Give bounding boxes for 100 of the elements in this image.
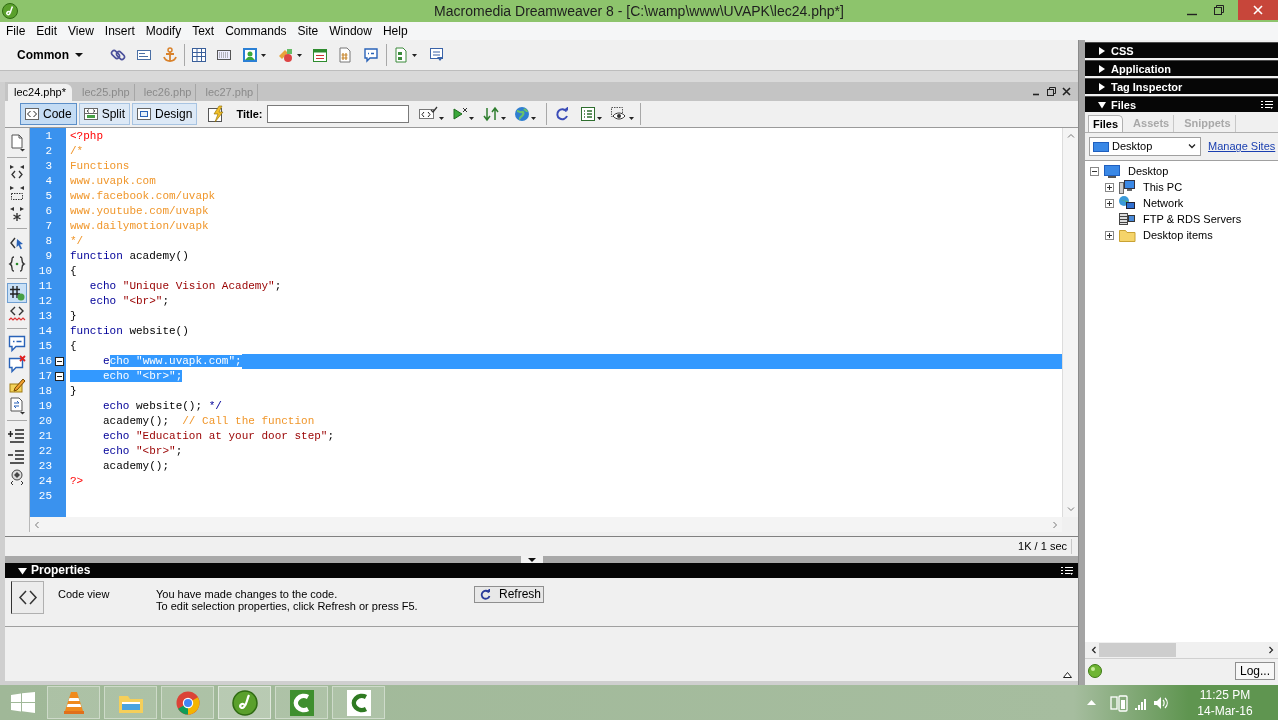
menu-item[interactable]: Help [382,23,408,39]
refresh-button[interactable]: Refresh [474,586,544,603]
taskbar-button[interactable] [47,686,100,719]
menu-item[interactable]: Window [329,23,372,39]
options-menu-icon[interactable] [1261,99,1273,110]
tree-item[interactable]: Desktop items [1143,228,1213,242]
hash-page-icon[interactable] [337,47,353,63]
view-button[interactable]: Code [20,103,77,125]
lightning-page-icon[interactable] [207,105,226,123]
close-button[interactable] [1238,0,1278,20]
tag-list-icon[interactable] [429,47,445,63]
collapse-handle-icon[interactable] [520,556,543,563]
restore-icon[interactable] [1214,5,1224,15]
collapse-icon[interactable] [54,357,64,366]
menu-item[interactable]: Text [192,23,215,39]
tree-item[interactable]: This PC [1143,180,1183,194]
menu-item[interactable]: Site [297,23,319,39]
globe-icon[interactable] [514,106,531,122]
collapse-box-icon[interactable] [7,183,27,203]
panel-header[interactable]: Properties [5,563,1078,578]
hash-icon[interactable] [7,283,27,303]
list-page-icon[interactable] [580,106,597,122]
category-dropdown[interactable]: Common [15,47,81,63]
speech-bubble-icon[interactable] [7,333,27,353]
caret-icon[interactable] [297,53,302,57]
panel-tab[interactable]: Files [1088,115,1124,132]
table-icon[interactable] [191,47,207,63]
taskbar-button[interactable] [332,686,385,719]
page-arrow-icon[interactable] [7,396,27,416]
circle-logo-icon [175,690,200,715]
view-button[interactable]: Split [78,103,131,125]
caret-icon[interactable] [531,116,537,120]
menu-item[interactable]: View [68,23,94,39]
envelope-icon[interactable] [136,47,152,63]
menu-item[interactable]: Edit [36,23,58,39]
restore-icon[interactable] [1047,87,1056,96]
panel-header[interactable]: CSS [1085,42,1278,58]
triangle-up-icon[interactable] [1063,672,1072,678]
taskbar-button[interactable] [275,686,328,719]
code-line: /* [70,144,84,159]
options-menu-icon[interactable] [1061,565,1073,576]
scroll-left-icon[interactable] [1091,646,1096,654]
up-down-arrows-icon[interactable] [482,106,501,122]
check-tag-icon[interactable] [418,106,439,122]
disc-logo-icon [2,3,18,19]
scroll-right-icon[interactable] [1269,646,1274,654]
braces-icon[interactable] [7,254,27,274]
clock-date[interactable]: 14-Mar-16 [1197,702,1253,719]
panel-header[interactable]: Application [1085,60,1278,76]
tree-item[interactable]: FTP & RDS Servers [1143,212,1242,226]
menu-item[interactable]: File [6,23,26,39]
panel-header[interactable]: Files [1085,96,1278,112]
taskbar-button[interactable] [104,686,157,719]
expand-icon[interactable] [1105,182,1114,192]
keyboard-icon[interactable] [216,47,232,63]
taskbar-button[interactable] [161,686,214,719]
taskbar-button[interactable] [218,686,271,719]
refresh-icon[interactable] [555,107,570,121]
caret-icon[interactable] [597,116,603,120]
collapse-icon[interactable] [54,372,64,381]
site-dropdown[interactable]: Desktop [1089,137,1201,156]
ball-icon [1088,663,1102,678]
caret-icon[interactable] [439,116,445,120]
menu-item[interactable]: Modify [145,23,182,39]
calendar-icon[interactable] [312,47,328,63]
battery-icon[interactable] [1110,693,1128,712]
collapse-icon[interactable] [1090,166,1099,176]
anchor-icon[interactable] [162,47,178,63]
caret-icon[interactable] [469,116,475,120]
line-number: 14 [38,324,52,339]
message-text: You have made changes to the code. [156,588,338,600]
menu-item[interactable]: Commands [225,23,287,39]
line-number: 24 [38,474,52,489]
caret-icon[interactable] [501,116,507,120]
shapes-icon[interactable] [278,47,294,63]
chain-link-icon[interactable] [110,47,126,63]
expand-icon[interactable] [1105,230,1114,240]
speech-bubble-cross-icon[interactable] [7,354,27,374]
document-tab[interactable]: lec24.php* [8,84,72,101]
manage-sites-link[interactable]: Manage Sites [1208,138,1276,155]
clock-time[interactable]: 11:25 PM [1199,686,1251,703]
panel-header[interactable]: Tag Inspector [1085,78,1278,94]
template-page-icon[interactable] [393,47,409,63]
speech-bubble-icon[interactable] [363,47,379,63]
tree-item[interactable]: Network [1143,196,1184,210]
view-button[interactable]: Design [132,103,198,125]
line-number: 21 [38,429,52,444]
scroll-thumb[interactable] [1099,643,1176,657]
speaker-icon[interactable] [1153,695,1168,710]
menu-item[interactable]: Insert [104,23,135,39]
caret-icon[interactable] [629,116,635,120]
log-button[interactable]: Log... [1234,661,1275,680]
play-icon[interactable] [452,106,469,122]
close-icon[interactable] [1062,87,1071,96]
title-input[interactable] [267,105,410,123]
image-icon[interactable] [242,47,258,63]
caret-icon[interactable] [412,53,417,57]
expand-icon[interactable] [1105,198,1114,208]
tree-item[interactable]: Desktop [1128,164,1169,178]
caret-icon[interactable] [261,53,266,57]
